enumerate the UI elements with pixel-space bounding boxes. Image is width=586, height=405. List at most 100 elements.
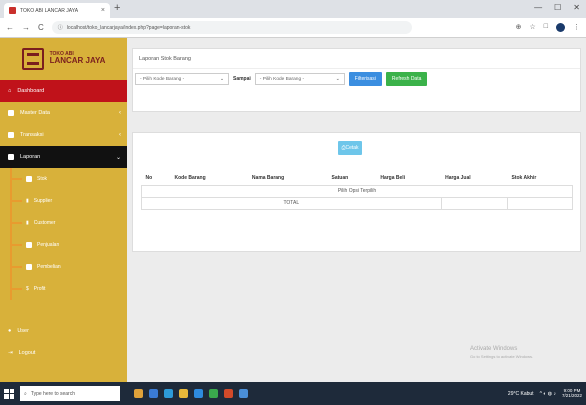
maximize-button[interactable]: ☐ — [554, 3, 561, 12]
app-icon[interactable] — [224, 389, 233, 398]
sidebar-subitem-penjualan[interactable]: Penjualan — [0, 234, 127, 256]
window-icon[interactable]: □ — [544, 23, 548, 32]
logout-icon: ⇥ — [8, 350, 13, 356]
stock-table: No Kode Barang Nama Barang Satuan Harga … — [141, 171, 573, 210]
menu-icon[interactable]: ⋮ — [573, 23, 580, 32]
brand[interactable]: TOKO ABI LANCAR JAYA — [0, 38, 127, 80]
sidebar-item-master-data[interactable]: Master Data ‹ — [0, 102, 127, 124]
browser-tab[interactable]: TOKO ABI LANCAR JAYA × — [4, 3, 110, 18]
new-tab-button[interactable]: + — [114, 2, 120, 14]
database-icon — [8, 110, 14, 116]
window-close-button[interactable]: ✕ — [573, 3, 580, 12]
total-label: TOTAL — [141, 196, 442, 210]
user-icon: ● — [8, 328, 12, 334]
search-icon: ⌕ — [24, 390, 27, 397]
chevron-left-icon: ‹ — [119, 132, 121, 138]
table-row: Pilih Opsi Terpilih — [141, 184, 573, 198]
col-satuan: Satuan — [327, 171, 377, 186]
app-icon[interactable] — [209, 389, 218, 398]
taskbar-apps — [134, 389, 248, 398]
tab-title: TOKO ABI LANCAR JAYA — [20, 7, 79, 14]
table-header-row: No Kode Barang Nama Barang Satuan Harga … — [141, 171, 573, 186]
main-content: Laporan Stok Barang - Pilih Kode Barang … — [127, 38, 586, 382]
kode-barang-from-select[interactable]: - Pilih Kode Barang - ⌄ — [135, 73, 229, 85]
browser-tab-bar: TOKO ABI LANCAR JAYA × + — ☐ ✕ — [0, 0, 586, 18]
home-icon: ⌂ — [8, 88, 12, 94]
total-stok — [507, 196, 573, 210]
kode-barang-to-select[interactable]: - Pilih Kode Barang - ⌄ — [254, 73, 345, 85]
url-text: localhost/toko_lancarjaya/index.php?page… — [66, 24, 191, 31]
system-tray: 29°C Kabut ^ ◐ ◍ ♪ 9:00 PM 7/21/2022 — [508, 388, 582, 399]
taskbar-search-input[interactable]: ⌕ Type here to search — [20, 386, 120, 401]
folder-icon[interactable] — [179, 389, 188, 398]
col-nama-barang: Nama Barang — [247, 171, 328, 186]
sidebar-subitem-customer[interactable]: ▮ Customer — [0, 212, 127, 234]
filter-row: - Pilih Kode Barang - ⌄ Sampai - Pilih K… — [135, 72, 428, 86]
chevron-down-icon: ⌄ — [115, 154, 121, 161]
activate-windows-watermark: Activate Windows Go to Settings to activ… — [470, 346, 534, 359]
sidebar-subitem-profit[interactable]: $ Profit — [0, 278, 127, 300]
sidebar-item-user[interactable]: ● User — [0, 320, 127, 342]
windows-start-icon[interactable] — [4, 388, 14, 399]
page-title: Laporan Stok Barang — [133, 49, 580, 69]
sidebar-subitem-supplier[interactable]: ▮ Supplier — [0, 190, 127, 212]
weather-text[interactable]: 29°C Kabut — [508, 391, 534, 397]
chevron-left-icon: ‹ — [119, 110, 121, 116]
filter-button[interactable]: Filterisasi — [348, 72, 382, 86]
app-icon[interactable] — [134, 389, 143, 398]
box-icon — [26, 176, 32, 182]
users-icon: ▮ — [26, 220, 29, 226]
report-icon — [8, 154, 14, 160]
print-button[interactable]: ⎙ Cetak — [338, 141, 362, 155]
sidebar-item-transaksi[interactable]: Transaksi ‹ — [0, 124, 127, 146]
window-controls: — ☐ ✕ — [534, 3, 580, 12]
sidebar-subitem-pembelian[interactable]: Pembelian — [0, 256, 127, 278]
total-value — [440, 196, 509, 210]
reload-icon[interactable]: C — [38, 23, 44, 32]
col-harga-beli: Harga Beli — [376, 171, 442, 186]
sales-icon — [26, 242, 32, 248]
url-input[interactable]: ⓘ localhost/toko_lancarjaya/index.php?pa… — [51, 21, 412, 34]
col-no: No — [141, 171, 171, 186]
windows-taskbar: ⌕ Type here to search 29°C Kabut ^ ◐ ◍ ♪… — [0, 382, 586, 405]
truck-icon: ▮ — [26, 198, 29, 204]
forward-icon[interactable]: → — [22, 23, 30, 32]
col-kode-barang: Kode Barang — [170, 171, 248, 186]
sampai-label: Sampai — [233, 76, 251, 82]
sidebar-item-dashboard[interactable]: ⌂ Dashboard — [0, 80, 127, 102]
sidebar-subitem-stok[interactable]: Stok — [0, 168, 127, 190]
store-logo-icon — [21, 48, 44, 70]
cart-icon — [8, 132, 14, 138]
profile-avatar[interactable] — [556, 23, 565, 32]
dollar-icon: $ — [26, 286, 29, 292]
col-stok-akhir: Stok Akhir — [507, 171, 573, 186]
app-icon[interactable] — [149, 389, 158, 398]
clock[interactable]: 9:00 PM 7/21/2022 — [562, 388, 582, 399]
address-bar-row: ← → C ⓘ localhost/toko_lancarjaya/index.… — [0, 18, 586, 38]
sidebar-item-laporan[interactable]: Laporan ⌄ — [0, 146, 127, 168]
laporan-submenu: Stok ▮ Supplier ▮ Customer Penjualan Pem… — [0, 168, 127, 300]
minimize-button[interactable]: — — [534, 3, 542, 12]
sidebar-item-logout[interactable]: ⇥ Logout — [0, 342, 127, 364]
app-icon[interactable] — [239, 389, 248, 398]
refresh-button[interactable]: Refresh Data — [385, 72, 428, 86]
app-icon[interactable] — [194, 389, 203, 398]
info-icon: ⓘ — [57, 25, 63, 31]
brand-text: TOKO ABI LANCAR JAYA — [49, 50, 106, 66]
app-icon[interactable] — [164, 389, 173, 398]
table-total-row: TOTAL — [141, 196, 573, 210]
tray-icons[interactable]: ^ ◐ ◍ ♪ — [540, 391, 556, 397]
sidebar: TOKO ABI LANCAR JAYA ⌂ Dashboard Master … — [0, 38, 127, 382]
zoom-icon[interactable]: ⊕ — [516, 23, 522, 32]
favicon-icon — [9, 7, 16, 14]
close-tab-icon[interactable]: × — [101, 7, 105, 14]
browser-actions: ⊕ ☆ □ ⋮ — [516, 23, 580, 32]
empty-message: Pilih Opsi Terpilih — [141, 184, 573, 198]
chevron-down-icon: ⌄ — [219, 76, 224, 82]
star-icon[interactable]: ☆ — [529, 23, 535, 32]
back-icon[interactable]: ← — [6, 23, 14, 32]
report-card: ⎙ Cetak No Kode Barang Nama Barang Satua… — [132, 132, 581, 252]
purchase-icon — [26, 264, 32, 270]
chevron-down-icon: ⌄ — [335, 76, 340, 82]
col-harga-jual: Harga Jual — [441, 171, 508, 186]
